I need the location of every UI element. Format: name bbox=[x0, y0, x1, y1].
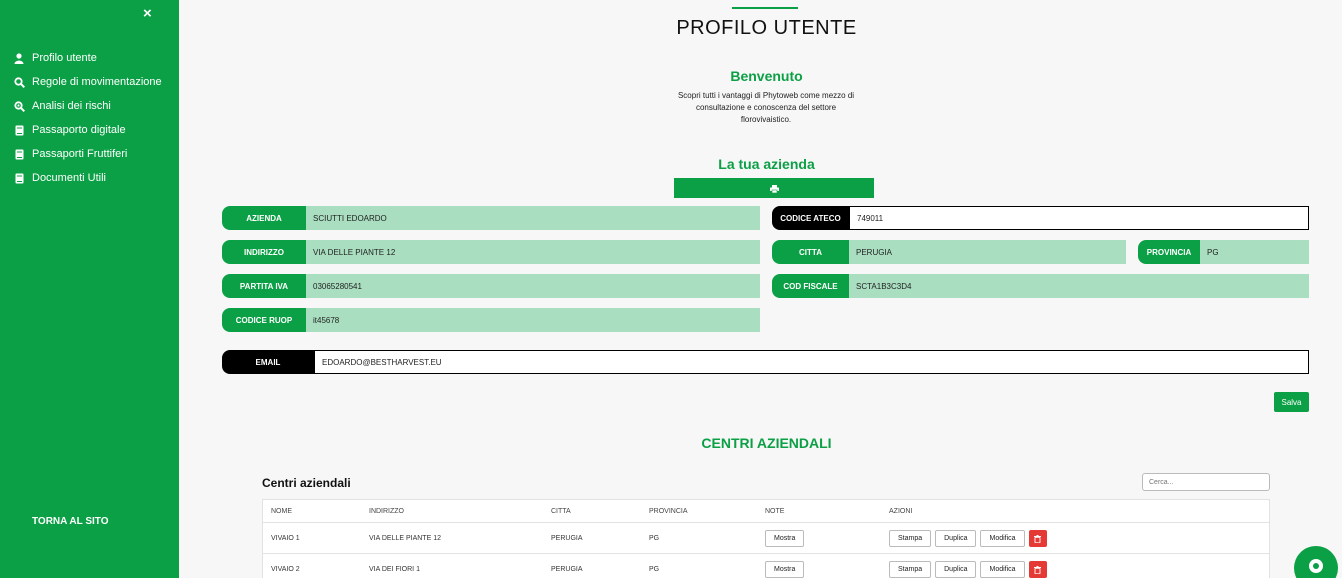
partita-iva-input[interactable]: 03065280541 bbox=[306, 274, 760, 298]
modifica-button[interactable]: Modifica bbox=[980, 529, 1025, 547]
cod-fiscale-input[interactable]: SCTA1B3C3D4 bbox=[849, 274, 1309, 298]
sidebar-item-label: Documenti Utili bbox=[32, 172, 106, 184]
trash-icon bbox=[1034, 531, 1042, 546]
sidebar-nav: Profilo utente Regole di movimentazione … bbox=[0, 46, 179, 190]
book-icon bbox=[13, 148, 25, 160]
field-label: EMAIL bbox=[222, 350, 314, 374]
centri-heading: CENTRI AZIENDALI bbox=[701, 435, 832, 451]
mostra-button[interactable]: Mostra bbox=[765, 560, 805, 578]
sidebar-item-profilo-utente[interactable]: Profilo utente bbox=[0, 46, 179, 70]
column-header: NOME bbox=[271, 507, 292, 515]
sidebar-item-label: Analisi dei rischi bbox=[32, 100, 111, 112]
cell-provincia: PG bbox=[649, 565, 660, 573]
azienda-input[interactable]: SCIUTTI EDOARDO bbox=[306, 206, 760, 230]
duplica-button[interactable]: Duplica bbox=[935, 560, 977, 578]
table-header: NOME INDIRIZZO CITTA PROVINCIA NOTE AZIO… bbox=[263, 500, 1269, 523]
provincia-input[interactable]: PG bbox=[1200, 240, 1309, 264]
field-provincia: PROVINCIA PG bbox=[1138, 240, 1309, 264]
back-to-site-link[interactable]: TORNA AL SITO bbox=[32, 516, 109, 527]
duplica-button[interactable]: Duplica bbox=[935, 529, 977, 547]
field-label: CITTA bbox=[772, 240, 849, 264]
column-header: INDIRIZZO bbox=[369, 507, 404, 515]
cell-azioni: Stampa Duplica Modifica bbox=[889, 554, 1047, 578]
table-title: Centri aziendali bbox=[262, 476, 351, 490]
indirizzo-input[interactable]: VIA DELLE PIANTE 12 bbox=[306, 240, 760, 264]
stampa-button[interactable]: Stampa bbox=[889, 560, 932, 578]
book-icon bbox=[13, 124, 25, 136]
field-label: PARTITA IVA bbox=[222, 274, 306, 298]
sidebar-item-label: Profilo utente bbox=[32, 52, 97, 64]
field-label: CODICE ATECO bbox=[772, 206, 849, 230]
column-header: NOTE bbox=[765, 507, 785, 515]
delete-button[interactable] bbox=[1028, 560, 1047, 578]
field-indirizzo: INDIRIZZO VIA DELLE PIANTE 12 bbox=[222, 240, 760, 264]
field-label: CODICE RUOP bbox=[222, 308, 306, 332]
field-partita-iva: PARTITA IVA 03065280541 bbox=[222, 274, 760, 298]
cell-azioni: Stampa Duplica Modifica bbox=[889, 523, 1047, 553]
cell-citta: PERUGIA bbox=[551, 534, 583, 542]
cell-indirizzo: VIA DELLE PIANTE 12 bbox=[369, 534, 441, 542]
cell-note: Mostra bbox=[765, 523, 808, 553]
save-button[interactable]: Salva bbox=[1274, 392, 1309, 412]
page-title: PROFILO UTENTE bbox=[676, 17, 857, 39]
modifica-button[interactable]: Modifica bbox=[980, 560, 1025, 578]
company-heading: La tua azienda bbox=[718, 156, 815, 172]
field-email: EMAIL EDOARDO@BESTHARVEST.EU bbox=[222, 350, 1309, 374]
search-icon bbox=[13, 76, 25, 88]
field-label: INDIRIZZO bbox=[222, 240, 306, 264]
citta-input[interactable]: PERUGIA bbox=[849, 240, 1126, 264]
email-input[interactable]: EDOARDO@BESTHARVEST.EU bbox=[314, 350, 1309, 374]
main-content: PROFILO UTENTE Benvenuto Scopri tutti i … bbox=[179, 0, 1342, 578]
cell-citta: PERUGIA bbox=[551, 565, 583, 573]
sidebar-item-passaporto-digitale[interactable]: Passaporto digitale bbox=[0, 118, 179, 142]
column-header: CITTA bbox=[551, 507, 571, 515]
field-label: COD FISCALE bbox=[772, 274, 849, 298]
field-azienda: AZIENDA SCIUTTI EDOARDO bbox=[222, 206, 760, 230]
field-codice-ruop: CODICE RUOP it45678 bbox=[222, 308, 760, 332]
sidebar-item-analisi-dei-rischi[interactable]: Analisi dei rischi bbox=[0, 94, 179, 118]
book-icon bbox=[13, 172, 25, 184]
cell-note: Mostra bbox=[765, 554, 808, 578]
field-citta: CITTA PERUGIA bbox=[772, 240, 1126, 264]
trash-icon bbox=[1034, 562, 1042, 577]
search-input[interactable] bbox=[1142, 473, 1270, 491]
cell-nome: VIVAIO 2 bbox=[271, 565, 300, 573]
mostra-button[interactable]: Mostra bbox=[765, 529, 805, 547]
sidebar-item-regole-di-movimentazione[interactable]: Regole di movimentazione bbox=[0, 70, 179, 94]
column-header: PROVINCIA bbox=[649, 507, 688, 515]
codice-ateco-input[interactable]: 749011 bbox=[849, 206, 1309, 230]
sidebar-item-label: Passaporto digitale bbox=[32, 124, 126, 136]
field-codice-ateco: CODICE ATECO 749011 bbox=[772, 206, 1309, 230]
cell-provincia: PG bbox=[649, 534, 660, 542]
close-icon[interactable]: × bbox=[143, 5, 152, 22]
printer-icon bbox=[769, 181, 779, 196]
column-header: AZIONI bbox=[889, 507, 913, 515]
cell-indirizzo: VIA DEI FIORI 1 bbox=[369, 565, 420, 573]
field-label: AZIENDA bbox=[222, 206, 306, 230]
stampa-button[interactable]: Stampa bbox=[889, 529, 932, 547]
field-cod-fiscale: COD FISCALE SCTA1B3C3D4 bbox=[772, 274, 1309, 298]
centri-table: NOME INDIRIZZO CITTA PROVINCIA NOTE AZIO… bbox=[262, 499, 1270, 578]
table-row: VIVAIO 2 VIA DEI FIORI 1 PERUGIA PG Most… bbox=[263, 554, 1269, 578]
welcome-title: Benvenuto bbox=[730, 68, 803, 84]
print-button[interactable] bbox=[674, 178, 874, 198]
sidebar: × Profilo utente Regole di movimentazion… bbox=[0, 0, 179, 578]
user-icon bbox=[13, 52, 25, 64]
sidebar-item-label: Regole di movimentazione bbox=[32, 76, 162, 88]
magnify-icon bbox=[13, 100, 25, 112]
table-row: VIVAIO 1 VIA DELLE PIANTE 12 PERUGIA PG … bbox=[263, 523, 1269, 554]
cell-nome: VIVAIO 1 bbox=[271, 534, 300, 542]
sidebar-item-passaporti-fruttiferi[interactable]: Passaporti Fruttiferi bbox=[0, 142, 179, 166]
title-accent-bar bbox=[732, 7, 798, 9]
chat-icon bbox=[1307, 557, 1325, 578]
sidebar-item-documenti-utili[interactable]: Documenti Utili bbox=[0, 166, 179, 190]
delete-button[interactable] bbox=[1028, 529, 1047, 547]
sidebar-item-label: Passaporti Fruttiferi bbox=[32, 148, 128, 160]
welcome-text: Scopri tutti i vantaggi di Phytoweb come… bbox=[677, 91, 855, 124]
field-label: PROVINCIA bbox=[1138, 240, 1200, 264]
codice-ruop-input[interactable]: it45678 bbox=[306, 308, 760, 332]
